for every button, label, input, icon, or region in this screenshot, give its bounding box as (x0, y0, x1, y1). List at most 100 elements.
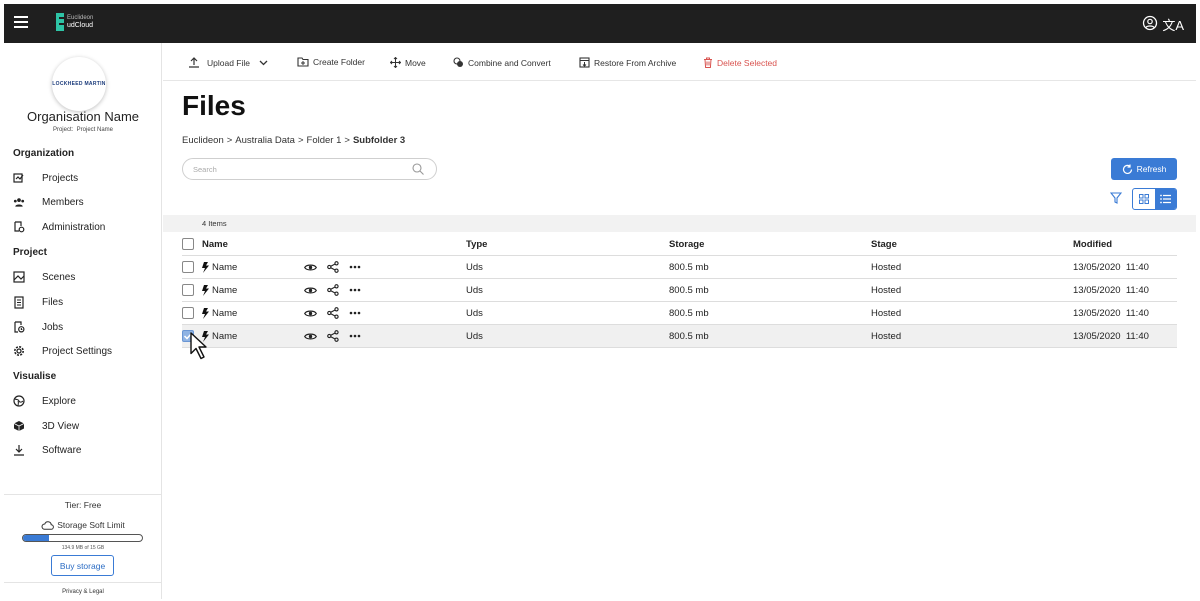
user-account-icon[interactable] (1142, 15, 1158, 31)
sidebar-item-members[interactable]: Members (13, 192, 153, 212)
file-storage: 800.5 mb (669, 285, 709, 296)
sidebar-item-projects[interactable]: Projects (13, 168, 153, 188)
logo-text: udCloud (67, 22, 94, 29)
folder-plus-icon (297, 57, 309, 67)
search-box (182, 158, 437, 180)
file-stage: Hosted (871, 331, 902, 342)
breadcrumb-item[interactable]: Australia Data (235, 135, 295, 146)
restore-archive-button[interactable]: Restore From Archive (579, 57, 676, 68)
sidebar-item-scenes[interactable]: Scenes (13, 267, 153, 287)
jobs-icon (13, 321, 25, 333)
row-actions (304, 284, 361, 296)
sidebar-item-project-settings[interactable]: Project Settings (13, 341, 153, 361)
privacy-legal-link[interactable]: Privacy & Legal (4, 582, 162, 595)
more-options-icon[interactable] (349, 334, 361, 338)
eye-icon[interactable] (304, 263, 317, 272)
storage-progress-bar (22, 534, 143, 542)
section-visualise: Visualise (13, 371, 57, 382)
share-icon[interactable] (327, 307, 339, 319)
combine-icon (453, 57, 463, 67)
move-button[interactable]: Move (390, 57, 426, 68)
eye-icon[interactable] (304, 309, 317, 318)
column-header-stage[interactable]: Stage (871, 233, 897, 256)
members-icon (13, 196, 25, 208)
row-checkbox[interactable] (182, 261, 194, 273)
storage-progress-fill (23, 535, 50, 541)
buy-storage-button[interactable]: Buy storage (51, 555, 114, 576)
sidebar-item-software[interactable]: Software (13, 440, 153, 460)
sidebar-item-label: 3D View (42, 420, 80, 432)
tier-label: Tier: Free (64, 500, 102, 510)
share-icon[interactable] (327, 261, 339, 273)
create-folder-button[interactable]: Create Folder (297, 57, 365, 67)
file-name[interactable]: Name (212, 279, 237, 302)
sidebar-item-files[interactable]: Files (13, 292, 153, 312)
delete-selected-button[interactable]: Delete Selected (703, 57, 777, 68)
combine-convert-button[interactable]: Combine and Convert (453, 57, 551, 68)
table-row[interactable]: Name Uds 800.5 mb Hosted 13/05/2020 11:4… (182, 325, 1177, 348)
select-all-checkbox[interactable] (182, 238, 194, 250)
translate-icon[interactable]: 文A (1162, 15, 1184, 34)
sidebar-item-jobs[interactable]: Jobs (13, 317, 153, 337)
column-header-modified[interactable]: Modified (1073, 233, 1112, 256)
list-view-button[interactable] (1154, 189, 1176, 209)
organisation-logo-text: LOCKHEED MARTIN (52, 81, 106, 87)
app-logo[interactable]: Euclideon udCloud (56, 13, 93, 31)
file-storage: 800.5 mb (669, 331, 709, 342)
file-name[interactable]: Name (212, 325, 237, 348)
move-label: Move (405, 57, 426, 68)
table-row[interactable]: Name Uds 800.5 mb Hosted 13/05/2020 11:4… (182, 256, 1177, 279)
column-header-type[interactable]: Type (466, 233, 487, 256)
view-toggle (1132, 188, 1177, 210)
row-checkbox[interactable] (182, 284, 194, 296)
row-actions (304, 330, 361, 342)
cube-icon (13, 420, 25, 432)
column-header-name[interactable]: Name (202, 233, 228, 256)
breadcrumb-separator: > (226, 135, 233, 146)
top-bar: Euclideon udCloud 文A (4, 4, 1196, 43)
refresh-button[interactable]: Refresh (1111, 158, 1177, 180)
more-options-icon[interactable] (349, 288, 361, 292)
sidebar-item-label: Explore (42, 395, 76, 407)
search-icon[interactable] (412, 163, 424, 175)
search-input[interactable] (193, 163, 403, 176)
sidebar-item-label: Files (42, 296, 64, 308)
file-toolbar: Upload File Create Folder Move Combine a… (163, 43, 1196, 81)
file-stage: Hosted (871, 285, 902, 296)
share-icon[interactable] (327, 330, 339, 342)
share-icon[interactable] (327, 284, 339, 296)
refresh-icon (1122, 164, 1132, 174)
more-options-icon[interactable] (349, 265, 361, 269)
sidebar-item-label: Members (42, 196, 84, 208)
eye-icon[interactable] (304, 332, 317, 341)
file-name[interactable]: Name (212, 302, 237, 325)
hamburger-menu-icon[interactable] (14, 16, 28, 28)
more-options-icon[interactable] (349, 311, 361, 315)
row-actions (304, 261, 361, 273)
filter-icon[interactable] (1110, 192, 1122, 204)
table-row[interactable]: Name Uds 800.5 mb Hosted 13/05/2020 11:4… (182, 302, 1177, 325)
column-header-storage[interactable]: Storage (669, 233, 704, 256)
table-header: Name Type Storage Stage Modified (182, 233, 1177, 256)
breadcrumb-current: Subfolder 3 (352, 135, 406, 146)
sidebar-item-explore[interactable]: Explore (13, 391, 153, 411)
archive-icon (579, 57, 590, 68)
file-stage: Hosted (871, 262, 902, 273)
sidebar-item-administration[interactable]: Administration (13, 217, 153, 237)
organisation-logo: LOCKHEED MARTIN (52, 57, 106, 111)
table-row[interactable]: Name Uds 800.5 mb Hosted 13/05/2020 11:4… (182, 279, 1177, 302)
sidebar-item-label: Software (42, 444, 82, 456)
create-folder-label: Create Folder (313, 57, 365, 67)
sidebar-item-3d-view[interactable]: 3D View (13, 416, 153, 436)
file-name[interactable]: Name (212, 256, 237, 279)
chevron-down-icon[interactable] (259, 60, 268, 66)
breadcrumb-item[interactable]: Folder 1 (307, 135, 342, 146)
section-organization: Organization (13, 148, 75, 159)
sidebar-item-label: Jobs (42, 321, 64, 333)
eye-icon[interactable] (304, 286, 317, 295)
organisation-name: Organisation Name (27, 109, 139, 124)
upload-file-button[interactable]: Upload File (188, 57, 268, 68)
row-checkbox[interactable] (182, 307, 194, 319)
grid-view-button[interactable] (1133, 189, 1155, 209)
breadcrumb-item[interactable]: Euclideon (182, 135, 224, 146)
